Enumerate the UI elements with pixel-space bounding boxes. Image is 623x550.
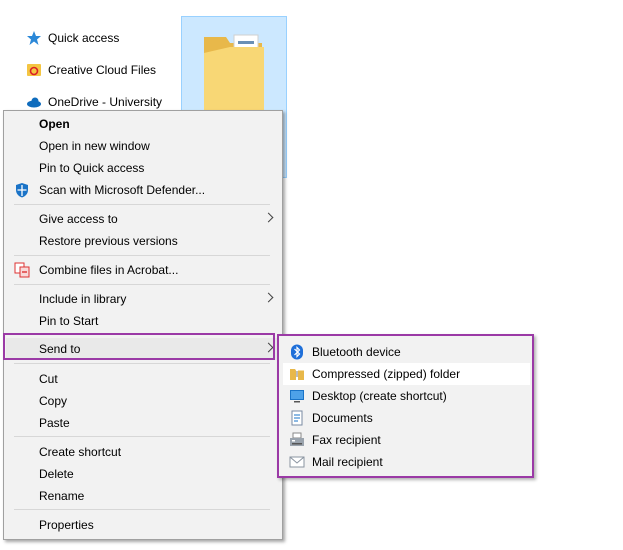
menu-item-cut[interactable]: Cut <box>6 368 280 390</box>
menu-item-label: Delete <box>39 467 74 481</box>
menu-separator <box>14 204 270 205</box>
menu-item-paste[interactable]: Paste <box>6 412 280 434</box>
submenu-item-label: Documents <box>312 411 373 425</box>
fax-icon <box>289 432 305 448</box>
submenu-item-label: Fax recipient <box>312 433 381 447</box>
submenu-item-mail[interactable]: Mail recipient <box>283 451 530 473</box>
menu-separator <box>14 284 270 285</box>
menu-item-create-shortcut[interactable]: Create shortcut <box>6 441 280 463</box>
submenu-item-bluetooth[interactable]: Bluetooth device <box>283 341 530 363</box>
menu-item-pin-quick-access[interactable]: Pin to Quick access <box>6 157 280 179</box>
send-to-submenu: Bluetooth device Compressed (zipped) fol… <box>277 334 534 478</box>
menu-item-properties[interactable]: Properties <box>6 514 280 536</box>
menu-item-label: Paste <box>39 416 70 430</box>
chevron-right-icon <box>263 212 274 223</box>
send-to-highlight-outline <box>3 333 275 360</box>
bluetooth-icon <box>289 344 305 360</box>
menu-item-restore-versions[interactable]: Restore previous versions <box>6 230 280 252</box>
defender-icon <box>14 182 30 198</box>
menu-item-combine-acrobat[interactable]: Combine files in Acrobat... <box>6 259 280 281</box>
submenu-item-desktop[interactable]: Desktop (create shortcut) <box>283 385 530 407</box>
menu-item-label: Pin to Start <box>39 314 99 328</box>
submenu-item-label: Desktop (create shortcut) <box>312 389 447 403</box>
menu-item-label: Include in library <box>39 292 127 306</box>
desktop-icon <box>289 388 305 404</box>
menu-item-label: Open in new window <box>39 139 150 153</box>
menu-item-label: Copy <box>39 394 68 408</box>
menu-item-open-new-window[interactable]: Open in new window <box>6 135 280 157</box>
menu-item-copy[interactable]: Copy <box>6 390 280 412</box>
menu-item-open[interactable]: Open <box>6 113 280 135</box>
menu-item-give-access[interactable]: Give access to <box>6 208 280 230</box>
menu-item-include-library[interactable]: Include in library <box>6 288 280 310</box>
menu-item-label: Rename <box>39 489 85 503</box>
menu-item-rename[interactable]: Rename <box>6 485 280 507</box>
menu-item-label: Properties <box>39 518 94 532</box>
menu-item-label: Restore previous versions <box>39 234 178 248</box>
menu-item-scan-defender[interactable]: Scan with Microsoft Defender... <box>6 179 280 201</box>
menu-separator <box>14 363 270 364</box>
menu-item-label: Cut <box>39 372 58 386</box>
chevron-right-icon <box>263 292 274 303</box>
menu-item-label: Pin to Quick access <box>39 161 145 175</box>
onedrive-icon <box>26 94 42 110</box>
submenu-item-compressed-folder[interactable]: Compressed (zipped) folder <box>283 363 530 385</box>
menu-item-label: Give access to <box>39 212 118 226</box>
menu-item-label: Scan with Microsoft Defender... <box>39 183 206 197</box>
nav-item-label: OneDrive - University <box>48 95 163 109</box>
zip-folder-icon <box>289 366 305 382</box>
mail-icon <box>289 454 305 470</box>
menu-item-label: Create shortcut <box>39 445 122 459</box>
folder-icon <box>200 27 270 117</box>
submenu-item-documents[interactable]: Documents <box>283 407 530 429</box>
acrobat-icon <box>14 262 30 278</box>
context-menu: Open Open in new window Pin to Quick acc… <box>3 110 283 540</box>
menu-separator <box>14 509 270 510</box>
menu-item-label: Open <box>39 117 70 131</box>
submenu-item-label: Bluetooth device <box>312 345 401 359</box>
documents-icon <box>289 410 305 426</box>
navigation-pane: Quick access Creative Cloud Files OneDri… <box>0 0 180 120</box>
menu-separator <box>14 255 270 256</box>
menu-separator <box>14 436 270 437</box>
creative-cloud-icon <box>26 62 42 78</box>
submenu-item-label: Compressed (zipped) folder <box>312 367 461 381</box>
nav-item-label: Creative Cloud Files <box>48 63 157 77</box>
submenu-item-label: Mail recipient <box>312 455 383 469</box>
star-icon <box>26 30 42 46</box>
menu-item-pin-start[interactable]: Pin to Start <box>6 310 280 332</box>
menu-item-label: Combine files in Acrobat... <box>39 263 179 277</box>
menu-item-delete[interactable]: Delete <box>6 463 280 485</box>
nav-item-label: Quick access <box>48 31 120 45</box>
submenu-item-fax[interactable]: Fax recipient <box>283 429 530 451</box>
nav-item-creative-cloud[interactable]: Creative Cloud Files <box>26 59 156 81</box>
nav-item-quick-access[interactable]: Quick access <box>26 27 119 49</box>
